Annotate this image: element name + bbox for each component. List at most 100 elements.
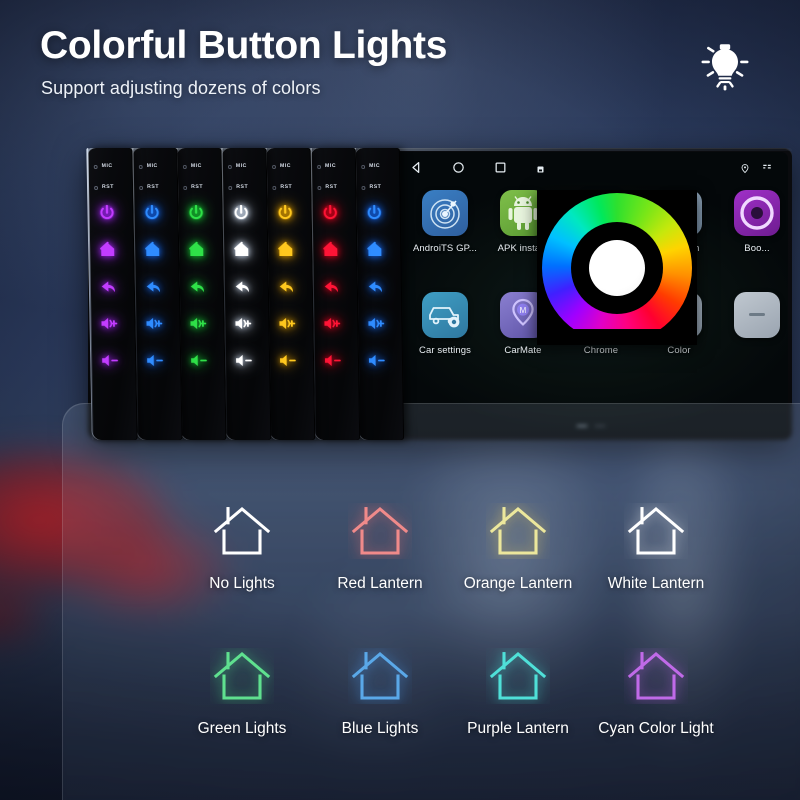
page-title: Colorful Button Lights — [40, 24, 448, 67]
mic-label: MIC — [146, 163, 158, 169]
app-label: Car settings — [419, 345, 471, 356]
back-icon[interactable] — [187, 276, 208, 297]
volume-down-icon[interactable] — [232, 350, 253, 371]
lantern-option-7[interactable]: Cyan Color Light — [583, 648, 729, 738]
button-panel-white-panel[interactable]: MIC RST — [220, 148, 271, 440]
screenshot-icon[interactable] — [536, 161, 545, 179]
volume-up-icon[interactable] — [365, 313, 386, 334]
generic-app-icon — [734, 292, 780, 338]
mic-hole — [271, 165, 277, 169]
recents-square-icon[interactable] — [494, 161, 507, 179]
lantern-option-6[interactable]: Purple Lantern — [445, 648, 591, 738]
home-icon[interactable] — [320, 239, 341, 260]
home-icon[interactable] — [275, 239, 296, 260]
power-icon[interactable] — [141, 202, 162, 223]
power-icon[interactable] — [275, 202, 296, 223]
volume-down-icon[interactable] — [99, 350, 120, 371]
mic-label: MIC — [101, 163, 113, 169]
color-wheel-center-swatch[interactable] — [589, 239, 645, 296]
home-icon[interactable] — [231, 239, 252, 260]
back-icon[interactable] — [231, 276, 252, 297]
lantern-option-5[interactable]: Blue Lights — [307, 648, 453, 738]
rst-hole — [227, 186, 232, 190]
mic-hole — [182, 165, 187, 169]
mic-label: MIC — [324, 163, 336, 169]
lantern-option-label: Purple Lantern — [467, 720, 569, 737]
lantern-options-card: No Lights Red Lantern Orange Lantern Whi… — [62, 403, 800, 800]
volume-up-icon[interactable] — [321, 313, 342, 334]
app-label: AndroiTS GP... — [412, 243, 478, 254]
volume-down-icon[interactable] — [321, 350, 342, 371]
rst-hole — [316, 186, 321, 190]
house-lantern-icon — [486, 648, 550, 704]
volume-up-icon[interactable] — [98, 313, 119, 334]
color-wheel-base — [537, 329, 697, 345]
button-panel-yellow-panel[interactable]: MIC RST — [264, 148, 316, 440]
home-icon[interactable] — [142, 239, 163, 260]
button-panel-blue2-panel[interactable]: MIC RST — [353, 148, 405, 440]
back-triangle-icon[interactable] — [410, 161, 423, 179]
rst-label: RST — [191, 184, 204, 190]
svg-text:M: M — [520, 306, 527, 315]
home-circle-icon[interactable] — [452, 161, 465, 179]
back-icon[interactable] — [142, 276, 163, 297]
rst-label: RST — [324, 184, 337, 190]
lantern-option-4[interactable]: Green Lights — [169, 648, 315, 738]
home-icon[interactable] — [97, 239, 118, 260]
mic-hole — [138, 165, 143, 169]
house-lantern-icon — [348, 503, 412, 559]
volume-up-icon[interactable] — [143, 313, 164, 334]
rst-label: RST — [369, 184, 382, 190]
house-lantern-icon — [486, 503, 550, 559]
back-icon[interactable] — [365, 276, 386, 297]
lantern-option-label: White Lantern — [607, 575, 705, 592]
app-booking-icon[interactable]: Boo... — [718, 190, 788, 254]
button-panel-blue-panel[interactable]: MIC RST — [130, 148, 183, 440]
house-lantern-icon — [210, 503, 274, 559]
button-panel-red-panel[interactable]: MIC RST — [309, 148, 360, 440]
rst-hole — [94, 186, 99, 190]
back-icon[interactable] — [276, 276, 297, 297]
android-screen: AndroiTS GP... APK insta... Chrome Blu — [394, 152, 788, 436]
color-wheel-picker[interactable] — [537, 190, 697, 345]
home-icon[interactable] — [364, 239, 385, 260]
power-icon[interactable] — [364, 202, 385, 223]
rst-hole — [361, 186, 366, 190]
lantern-option-1[interactable]: Red Lantern — [307, 503, 453, 593]
back-icon[interactable] — [320, 276, 341, 297]
mic-label: MIC — [279, 163, 292, 169]
power-icon[interactable] — [230, 202, 251, 223]
mic-label: MIC — [235, 163, 247, 169]
lantern-option-2[interactable]: Orange Lantern — [445, 503, 591, 593]
car-gear-icon — [422, 292, 468, 338]
mic-hole — [316, 165, 321, 169]
lantern-options-grid: No Lights Red Lantern Orange Lantern Whi… — [62, 403, 800, 800]
volume-up-icon[interactable] — [187, 313, 208, 334]
location-pin-icon — [740, 161, 750, 179]
app-car-gear-icon[interactable]: Car settings — [406, 292, 484, 356]
power-icon[interactable] — [185, 202, 206, 223]
volume-down-icon[interactable] — [277, 350, 298, 371]
house-lantern-icon — [348, 648, 412, 704]
volume-down-icon[interactable] — [366, 350, 387, 371]
volume-up-icon[interactable] — [276, 313, 297, 334]
lantern-option-3[interactable]: White Lantern — [583, 503, 729, 593]
power-icon[interactable] — [96, 202, 117, 223]
app-label: Boo... — [744, 243, 770, 254]
app-label: CarMate — [504, 345, 542, 356]
lantern-option-label: Green Lights — [197, 720, 287, 737]
signal-icon — [762, 161, 772, 179]
volume-down-icon[interactable] — [188, 350, 209, 371]
volume-up-icon[interactable] — [232, 313, 253, 334]
app-gps-radar-icon[interactable]: AndroiTS GP... — [406, 190, 484, 254]
booking-icon — [734, 190, 780, 236]
power-icon[interactable] — [319, 202, 340, 223]
button-panel-purple-panel[interactable]: MIC RST — [86, 148, 138, 440]
button-panel-green-panel[interactable]: MIC RST — [175, 148, 227, 440]
lantern-option-0[interactable]: No Lights — [169, 503, 315, 593]
back-icon[interactable] — [98, 276, 119, 297]
app-generic-app-icon[interactable] — [718, 292, 788, 345]
car-head-unit-device: MIC RST MIC RST MIC RST MIC RST MIC RST … — [86, 148, 792, 440]
home-icon[interactable] — [186, 239, 207, 260]
volume-down-icon[interactable] — [143, 350, 164, 371]
